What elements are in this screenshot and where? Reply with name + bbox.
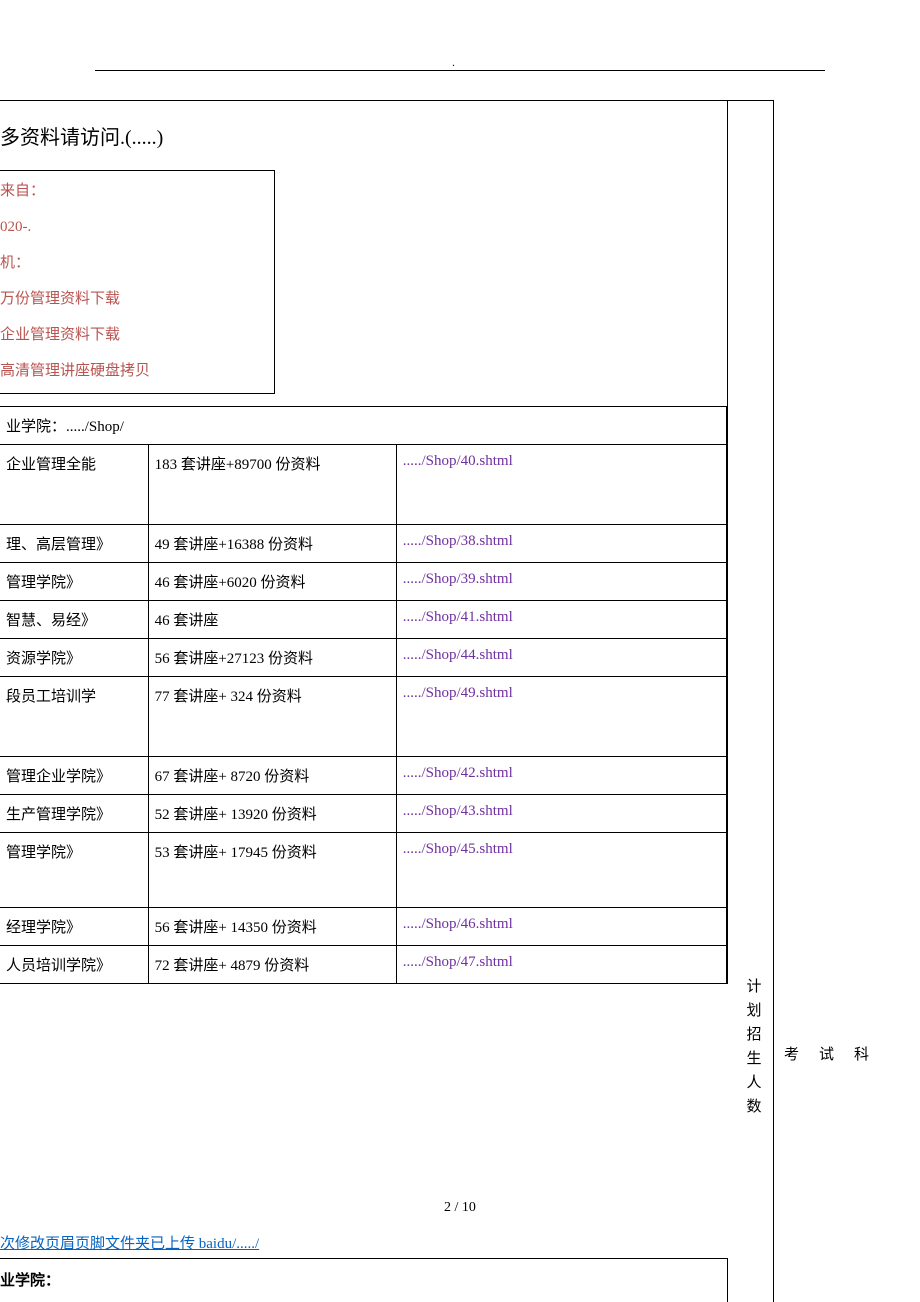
shop-header-cell: 业学院：...../Shop/ [0,407,727,445]
cell-link[interactable]: ...../Shop/47.shtml [396,946,726,984]
source-line: 企业管理资料下载 [0,323,264,347]
plan-count-label: 计划招生人数 [745,975,763,1119]
page-title: 多资料请访问.(.....) [0,121,727,150]
cell-name: 人员培训学院》 [0,946,148,984]
cell-detail: 46 套讲座 [148,601,396,639]
document-page: . 多资料请访问.(.....) 来自： 020-. 机： 万份管理资料下载 企… [0,0,920,1302]
cell-name: 资源学院》 [0,639,148,677]
table-row: 段员工培训学 77 套讲座+ 324 份资料 ...../Shop/49.sht… [0,677,727,757]
table-row: 生产管理学院》 52 套讲座+ 13920 份资料 ...../Shop/43.… [0,795,727,833]
cell-detail: 56 套讲座+27123 份资料 [148,639,396,677]
cell-link[interactable]: ...../Shop/49.shtml [396,677,726,757]
cell-link[interactable]: ...../Shop/45.shtml [396,833,726,908]
cell-name: 管理学院》 [0,563,148,601]
cell-detail: 67 套讲座+ 8720 份资料 [148,757,396,795]
cell-link[interactable]: ...../Shop/44.shtml [396,639,726,677]
cell-link[interactable]: ...../Shop/39.shtml [396,563,726,601]
cell-detail: 56 套讲座+ 14350 份资料 [148,908,396,946]
table-row: 智慧、易经》 46 套讲座 ...../Shop/41.shtml [0,601,727,639]
source-line: 机： [0,251,264,275]
table-header-row: 业学院：...../Shop/ [0,407,727,445]
cell-name: 生产管理学院》 [0,795,148,833]
source-line: 万份管理资料下载 [0,287,264,311]
cell-name: 智慧、易经》 [0,601,148,639]
exam-subject-label: 考试科 [784,1043,889,1064]
table-row: 管理企业学院》 67 套讲座+ 8720 份资料 ...../Shop/42.s… [0,757,727,795]
course-table: 业学院：...../Shop/ 企业管理全能 183 套讲座+89700 份资料… [0,406,727,984]
cell-detail: 49 套讲座+16388 份资料 [148,525,396,563]
cell-name: 段员工培训学 [0,677,148,757]
cell-link[interactable]: ...../Shop/43.shtml [396,795,726,833]
source-line: 020-. [0,215,264,239]
cell-link[interactable]: ...../Shop/42.shtml [396,757,726,795]
cell-name: 管理学院》 [0,833,148,908]
table-row: 理、高层管理》 49 套讲座+16388 份资料 ...../Shop/38.s… [0,525,727,563]
source-line: 高清管理讲座硬盘拷贝 [0,359,264,383]
cell-link[interactable]: ...../Shop/41.shtml [396,601,726,639]
page-number: 2 / 10 [0,1200,920,1216]
table-row: 企业管理全能 183 套讲座+89700 份资料 ...../Shop/40.s… [0,445,727,525]
table-row: 管理学院》 53 套讲座+ 17945 份资料 ...../Shop/45.sh… [0,833,727,908]
cell-link[interactable]: ...../Shop/46.shtml [396,908,726,946]
table-row: 资源学院》 56 套讲座+27123 份资料 ...../Shop/44.sht… [0,639,727,677]
cell-detail: 183 套讲座+89700 份资料 [148,445,396,525]
cell-detail: 77 套讲座+ 324 份资料 [148,677,396,757]
cell-detail: 52 套讲座+ 13920 份资料 [148,795,396,833]
cell-name: 经理学院》 [0,908,148,946]
cell-name: 企业管理全能 [0,445,148,525]
cell-link[interactable]: ...../Shop/38.shtml [396,525,726,563]
cell-detail: 53 套讲座+ 17945 份资料 [148,833,396,908]
header-rule [95,70,825,71]
right-border-column [728,100,774,1302]
table-row: 管理学院》 46 套讲座+6020 份资料 ...../Shop/39.shtm… [0,563,727,601]
table-row: 经理学院》 56 套讲座+ 14350 份资料 ...../Shop/46.sh… [0,908,727,946]
cell-link[interactable]: ...../Shop/40.shtml [396,445,726,525]
source-line: 来自： [0,179,264,203]
footer-link[interactable]: 次修改页眉页脚文件夹已上传 baidu/...../ [0,1232,259,1253]
next-table-header: 业学院： [0,1258,728,1302]
header-dot: . [452,55,455,70]
cell-detail: 46 套讲座+6020 份资料 [148,563,396,601]
cell-name: 管理企业学院》 [0,757,148,795]
source-box: 来自： 020-. 机： 万份管理资料下载 企业管理资料下载 高清管理讲座硬盘拷… [0,170,275,394]
cell-detail: 72 套讲座+ 4879 份资料 [148,946,396,984]
main-content-column: 多资料请访问.(.....) 来自： 020-. 机： 万份管理资料下载 企业管… [0,100,728,984]
cell-name: 理、高层管理》 [0,525,148,563]
table-row: 人员培训学院》 72 套讲座+ 4879 份资料 ...../Shop/47.s… [0,946,727,984]
